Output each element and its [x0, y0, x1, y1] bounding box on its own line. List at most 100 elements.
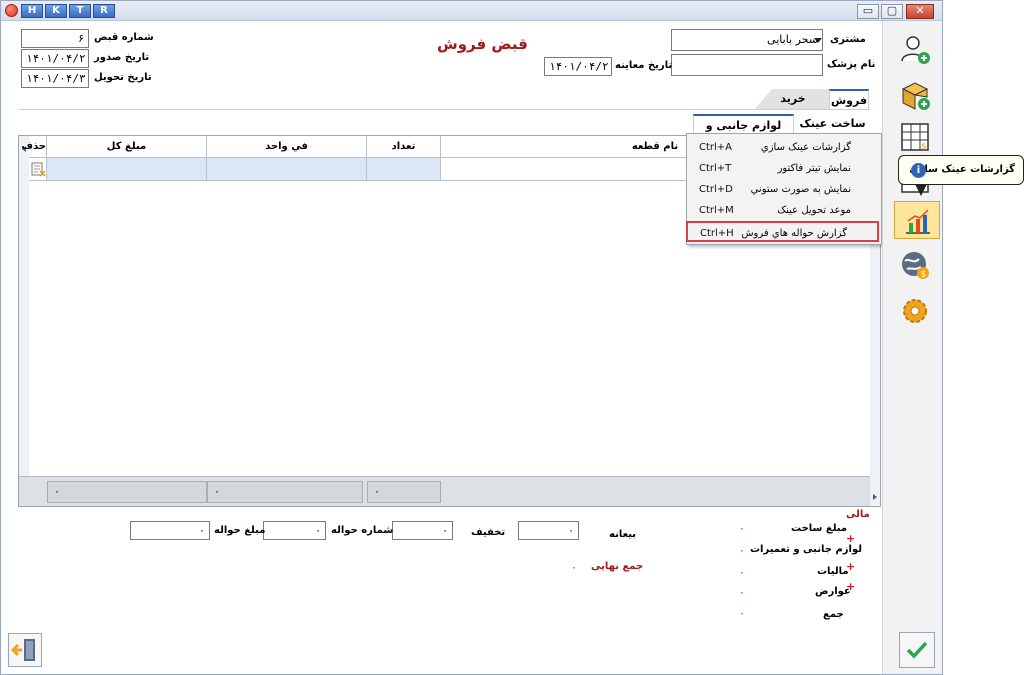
col-total[interactable]: مبلغ کل: [47, 136, 207, 158]
transfer-number-field[interactable]: ۰: [263, 521, 326, 540]
menu-item-invoice-header[interactable]: نمايش تيتر فاکتور Ctrl+T: [687, 158, 881, 179]
tab-accessories[interactable]: لوازم جانبی و تعمیرات: [693, 114, 794, 152]
menu-item-shortcut: Ctrl+M: [699, 205, 734, 216]
menu-item-column-view[interactable]: نمايش به صورت ستوني Ctrl+D: [687, 179, 881, 200]
customer-select[interactable]: سحر بابایی: [671, 29, 823, 51]
menu-item-label: نمايش به صورت ستوني: [750, 184, 851, 195]
footer-unit-sum: ۰: [207, 481, 363, 503]
accessories-value: ۰: [739, 544, 745, 557]
menu-item-label: نمايش تيتر فاکتور: [777, 163, 851, 174]
transfer-number-value: ۰: [315, 524, 321, 537]
context-menu: گزارشات عینک سازي Ctrl+A نمايش تيتر فاکت…: [686, 133, 882, 245]
app-icon[interactable]: [5, 4, 18, 17]
table-icon: $: [901, 123, 929, 152]
tab-sales[interactable]: فروش: [829, 89, 869, 109]
row-unit-price-cell[interactable]: [207, 158, 367, 181]
quick-button-r[interactable]: R: [93, 4, 115, 18]
footer-count-sum: ۰: [367, 481, 441, 503]
scroll-right-icon[interactable]: [873, 494, 877, 500]
exam-date-label: تاریخ معاینه: [615, 60, 673, 71]
tooltip-arrow: [915, 184, 927, 196]
quick-button-k[interactable]: K: [45, 4, 67, 18]
menu-item-shortcut: Ctrl+D: [699, 184, 733, 195]
price-list-button[interactable]: $: [899, 121, 931, 153]
menu-item-label: گزارشات عینک سازي: [760, 142, 851, 153]
row-count-cell[interactable]: [367, 158, 441, 181]
transfer-amount-label: مبلغ حواله: [214, 525, 266, 536]
sum-value: ۰: [739, 607, 745, 620]
transfer-number-label: شماره حواله: [331, 525, 394, 536]
col-count[interactable]: تعداد: [367, 136, 441, 158]
info-icon: i: [911, 163, 926, 178]
delete-row-icon[interactable]: [30, 161, 46, 177]
checkmark-icon: [906, 641, 928, 659]
gear-icon: [903, 299, 927, 323]
grid-footer: ۰ ۰ ۰: [19, 476, 880, 506]
confirm-button[interactable]: [899, 632, 935, 668]
tab-buy[interactable]: خرید: [755, 89, 831, 109]
col-delete[interactable]: حذف: [21, 136, 47, 158]
quick-button-t[interactable]: T: [69, 4, 91, 18]
tab-divider: [19, 109, 870, 110]
deposit-label: بیعانه: [609, 529, 637, 540]
make-amount-value: ۰: [739, 522, 745, 535]
sum-label: جمع: [823, 609, 844, 620]
issue-date-label: تاریخ صدور: [94, 52, 150, 63]
close-button[interactable]: ✕: [906, 4, 934, 19]
tab-make-glasses[interactable]: ساخت عینک: [796, 114, 869, 134]
footer-total-sum: ۰: [47, 481, 207, 503]
glasses-reports-button[interactable]: [894, 201, 940, 239]
restore-button[interactable]: ▢: [881, 4, 903, 19]
make-amount-label: مبلغ ساخت: [791, 523, 848, 534]
doctor-name-field[interactable]: [671, 54, 823, 76]
customer-label: مشتری: [830, 34, 866, 45]
final-total-value: ۰: [571, 561, 577, 574]
col-unit-price[interactable]: في واحد: [207, 136, 367, 158]
menu-item-shortcut: Ctrl+A: [699, 142, 733, 153]
menu-item-glasses-reports[interactable]: گزارشات عینک سازي Ctrl+A: [687, 137, 881, 158]
taxes-value: ۰: [739, 566, 745, 579]
app-window: H K T R ▭ ▢ ✕ ۶ شماره قبض ۱۴۰۱/۰۴/۲۱ تار…: [0, 0, 943, 675]
add-box-icon: [901, 82, 930, 110]
menu-item-delivery-date[interactable]: موعد تحويل عينک Ctrl+M: [687, 200, 881, 221]
doctor-name-label: نام پزشک: [827, 59, 876, 70]
discount-label: تخفیف: [471, 527, 506, 538]
delivery-date-field[interactable]: ۱۴۰۱/۰۴/۳۱: [21, 69, 89, 88]
delivery-date-label: تاریخ تحویل: [94, 72, 152, 83]
svg-text:$: $: [921, 142, 927, 152]
menu-item-shortcut: Ctrl+H: [700, 228, 734, 239]
menu-item-sales-transfer-report[interactable]: گزارش حواله هاي فروش Ctrl+H: [686, 221, 879, 242]
exit-door-icon: [10, 639, 35, 661]
taxes-label: مالیات: [817, 566, 849, 577]
grid-left-scroll[interactable]: [19, 136, 29, 506]
transfer-amount-value: ۰: [199, 524, 205, 537]
chart-growth-icon: [906, 209, 930, 234]
menu-item-label: گزارش حواله هاي فروش: [741, 228, 847, 239]
deposit-value: ۰: [568, 524, 574, 537]
deposit-field[interactable]: ۰: [518, 521, 579, 540]
row-delete-cell[interactable]: [29, 158, 47, 181]
duties-label: عوارض: [815, 586, 851, 597]
online-payment-button[interactable]: $: [899, 249, 931, 281]
exit-button[interactable]: [8, 633, 42, 667]
add-customer-button[interactable]: [899, 33, 931, 65]
receipt-number-field[interactable]: ۶: [21, 29, 89, 48]
discount-field[interactable]: ۰: [392, 521, 453, 540]
issue-date-field[interactable]: ۱۴۰۱/۰۴/۲۱: [21, 49, 89, 68]
tooltip: گزارشات عینک سازي i: [898, 155, 1024, 196]
sidebar: $ $: [882, 21, 942, 674]
menu-item-label: موعد تحويل عينک: [777, 205, 851, 216]
exam-date-field[interactable]: ۱۴۰۱/۰۴/۲۱: [544, 57, 612, 76]
add-product-button[interactable]: [899, 79, 931, 111]
transfer-amount-field[interactable]: ۰: [130, 521, 210, 540]
title-bar: H K T R ▭ ▢ ✕: [1, 1, 942, 21]
chevron-down-icon[interactable]: [814, 38, 822, 43]
minimize-button[interactable]: ▭: [857, 4, 879, 19]
duties-value: ۰: [739, 586, 745, 599]
final-total-label: جمع نهایی: [591, 561, 644, 572]
receipt-number-label: شماره قبض: [94, 32, 154, 43]
quick-button-h[interactable]: H: [21, 4, 43, 18]
financial-heading: مالی: [846, 509, 870, 520]
settings-button[interactable]: [899, 295, 931, 327]
row-total-cell[interactable]: [47, 158, 207, 181]
